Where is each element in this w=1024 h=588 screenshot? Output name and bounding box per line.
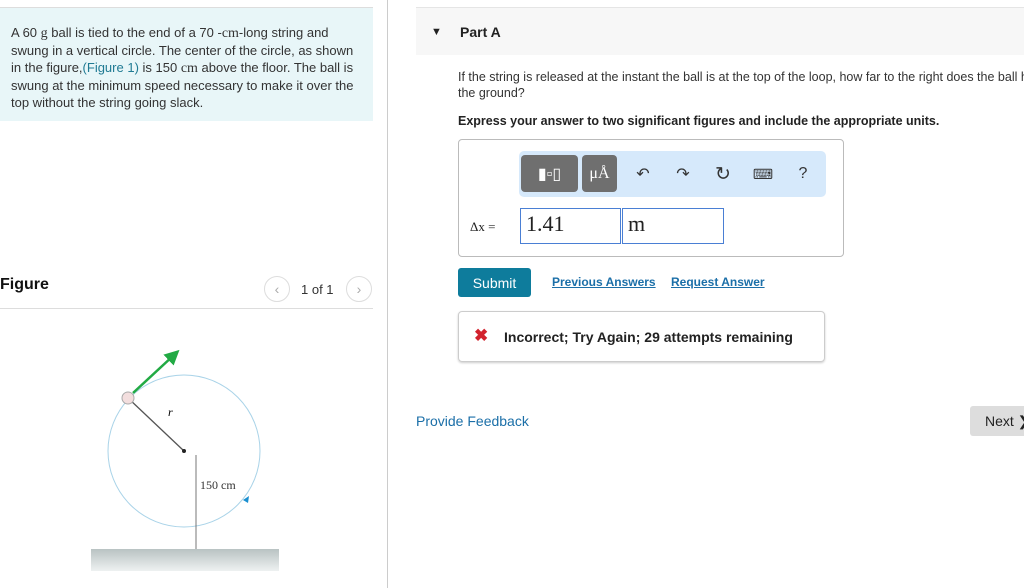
redo-icon[interactable]: ↷ — [671, 161, 695, 187]
r-label: r — [168, 405, 173, 419]
feedback-text: Incorrect; Try Again; 29 attempts remain… — [504, 329, 793, 345]
incorrect-x-icon: ✖ — [474, 326, 489, 345]
instruction-text: Express your answer to two significant f… — [458, 114, 940, 128]
provide-feedback-link[interactable]: Provide Feedback — [416, 413, 529, 429]
chevron-right-icon: › — [356, 281, 362, 297]
figure-diagram: r 150 cm — [91, 349, 279, 571]
height-label: 150 cm — [200, 478, 236, 492]
string — [127, 397, 185, 452]
units-button[interactable]: μÅ — [582, 155, 617, 192]
math-toolbar: ▮▫▯ μÅ ↶ ↷ ↻ ⌨ ? — [519, 151, 826, 197]
figure-title: Figure — [0, 276, 49, 293]
value-input[interactable]: 1.41 — [520, 208, 621, 244]
question-text: If the string is released at the instant… — [458, 70, 1024, 100]
center-dot — [182, 449, 186, 453]
floor — [91, 549, 279, 571]
fraction-template-icon: ▮▫▯ — [537, 165, 562, 183]
figure-count: 1 of 1 — [301, 282, 334, 297]
figure-link[interactable]: (Figure 1) — [83, 60, 139, 75]
keyboard-icon[interactable]: ⌨ — [751, 161, 775, 187]
templates-button[interactable]: ▮▫▯ — [521, 155, 578, 192]
request-answer-link[interactable]: Request Answer — [671, 275, 765, 289]
next-figure-button[interactable]: › — [346, 276, 372, 302]
undo-icon[interactable]: ↶ — [631, 161, 655, 187]
next-button[interactable]: Next ❯ — [970, 406, 1024, 436]
collapse-triangle-icon[interactable]: ▼ — [431, 26, 442, 38]
velocity-arrow — [132, 349, 180, 394]
ball — [121, 391, 135, 405]
answer-label: Δx = — [470, 219, 496, 234]
part-title: Part A — [460, 24, 501, 40]
unit-input[interactable]: m — [622, 208, 724, 244]
prev-figure-button[interactable]: ‹ — [264, 276, 290, 302]
divider — [0, 308, 373, 309]
panel-divider[interactable] — [387, 0, 388, 588]
previous-answers-link[interactable]: Previous Answers — [552, 275, 656, 289]
chevron-left-icon: ‹ — [274, 281, 280, 297]
help-button[interactable]: ? — [791, 161, 815, 187]
part-header[interactable] — [416, 7, 1024, 55]
reset-icon[interactable]: ↻ — [711, 161, 735, 187]
submit-button[interactable]: Submit — [458, 268, 531, 297]
problem-statement: A 60 g ball is tied to the end of a 70 -… — [0, 7, 373, 121]
